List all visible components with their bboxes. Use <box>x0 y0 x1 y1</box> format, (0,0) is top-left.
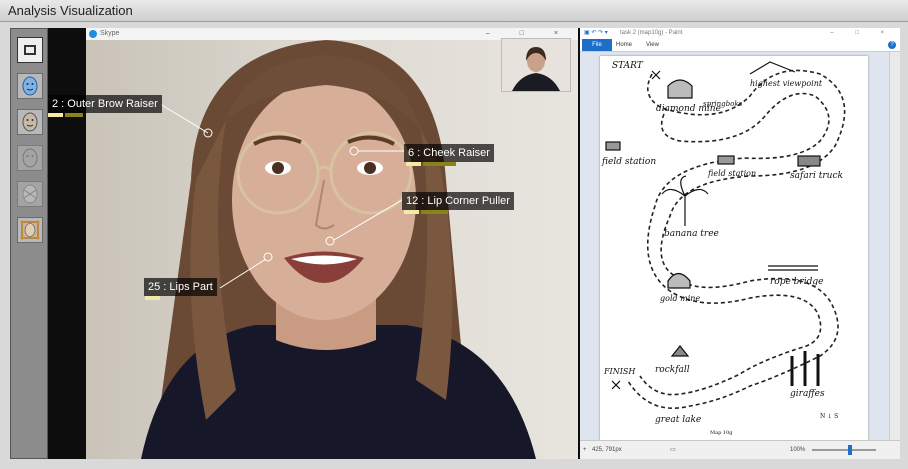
view-toolbar <box>10 28 48 459</box>
au-intensity-bar-cheek-raiser <box>406 162 456 166</box>
au-label-cheek-raiser: 6 : Cheek Raiser <box>404 144 494 162</box>
au-25-marker <box>263 252 273 262</box>
analysis-stage: Skype – □ × ▣ ↶ ↷ ▾ task 2 (map10g) - Pa… <box>48 28 900 459</box>
au-2-leader-line <box>159 103 209 134</box>
frame-view-button[interactable] <box>17 37 43 63</box>
face-outline-view-button[interactable] <box>17 145 43 171</box>
au-12-marker <box>325 236 335 246</box>
au-intensity-bar-lips-part <box>145 296 160 300</box>
face-mesh-view-button[interactable] <box>17 73 43 99</box>
au-intensity-light-segment <box>145 296 160 300</box>
face-mesh-icon <box>22 76 38 96</box>
au-intensity-dark-segment <box>421 210 448 214</box>
au-25-leader-line <box>219 258 267 289</box>
au-intensity-light-segment <box>406 162 421 166</box>
face-crop-icon <box>20 220 40 240</box>
au-6-marker <box>349 146 359 156</box>
au-label-lips-part: 25 : Lips Part <box>144 278 217 296</box>
au-intensity-dark-segment <box>423 162 456 166</box>
au-intensity-bar-lip-corner-puller <box>404 210 448 214</box>
au-label-lip-corner-puller: 12 : Lip Corner Puller <box>402 192 514 210</box>
app-title: Analysis Visualization <box>0 0 908 22</box>
au-label-outer-brow-raiser: 2 : Outer Brow Raiser <box>48 95 162 113</box>
face-landmarks-icon <box>22 184 38 204</box>
au-intensity-light-segment <box>404 210 419 214</box>
frame-icon <box>24 45 36 55</box>
face-landmarks-view-button[interactable] <box>17 181 43 207</box>
face-texture-icon <box>22 112 38 132</box>
au-intensity-bar-outer-brow-raiser <box>48 113 83 117</box>
au-intensity-light-segment <box>48 113 63 117</box>
face-texture-view-button[interactable] <box>17 109 43 135</box>
face-crop-view-button[interactable] <box>17 217 43 243</box>
au-intensity-dark-segment <box>65 113 83 117</box>
au-overlay <box>159 103 404 289</box>
face-outline-icon <box>22 148 38 168</box>
au-12-leader-line <box>333 199 403 241</box>
